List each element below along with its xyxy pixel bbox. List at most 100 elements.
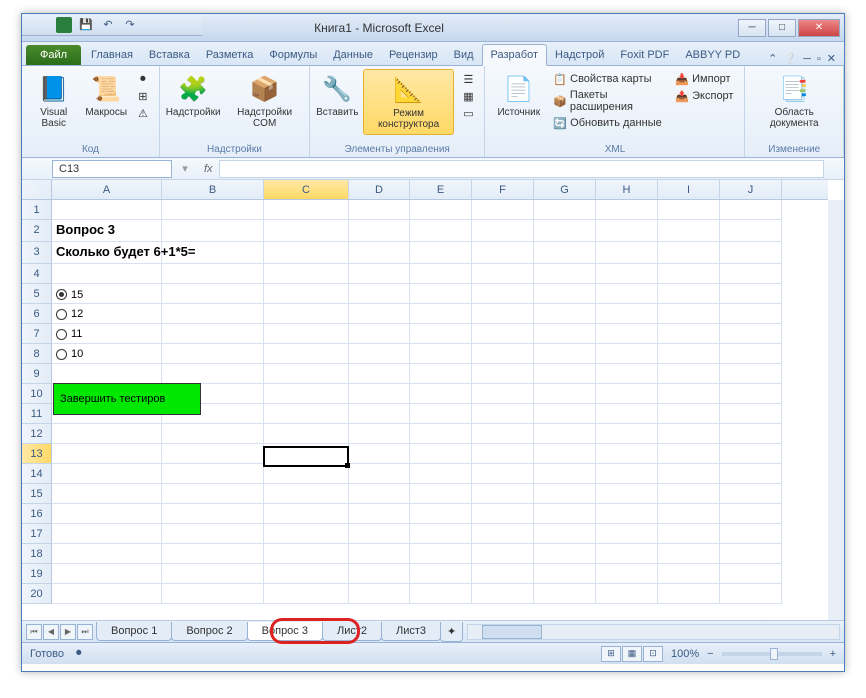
question-title[interactable]: Вопрос 3 (52, 220, 162, 242)
col-header-g[interactable]: G (534, 180, 596, 199)
export-button[interactable]: 📤Экспорт (672, 88, 736, 104)
sheet-tab[interactable]: Вопрос 1 (96, 622, 172, 641)
fill-handle[interactable] (345, 463, 350, 468)
view-code-icon[interactable]: ▦ (458, 88, 478, 104)
col-header-c[interactable]: C (264, 180, 349, 199)
workbook-restore-icon[interactable]: ▫ (817, 53, 821, 65)
tab-insert[interactable]: Вставка (141, 45, 198, 65)
map-properties-button[interactable]: 📋Свойства карты (550, 71, 666, 87)
option-1[interactable]: 15 (52, 284, 162, 304)
record-macro-icon[interactable]: ⏺ (133, 71, 153, 87)
row-header[interactable]: 2 (22, 220, 52, 242)
close-button[interactable]: ✕ (798, 19, 840, 37)
macro-security-icon[interactable]: ⚠ (133, 105, 153, 121)
row-header[interactable]: 13 (22, 444, 52, 464)
workbook-min-icon[interactable]: ─ (803, 53, 811, 65)
col-header-a[interactable]: A (52, 180, 162, 199)
namebox-dropdown-icon[interactable]: ▾ (172, 162, 198, 175)
col-header-i[interactable]: I (658, 180, 720, 199)
tab-home[interactable]: Главная (83, 45, 141, 65)
row-header[interactable]: 11 (22, 404, 52, 424)
scroll-thumb[interactable] (482, 625, 542, 639)
col-header-e[interactable]: E (410, 180, 472, 199)
row-header[interactable]: 7 (22, 324, 52, 344)
row-header[interactable]: 6 (22, 304, 52, 324)
option-2[interactable]: 12 (52, 304, 162, 324)
tab-developer[interactable]: Разработ (482, 44, 547, 66)
tab-foxit[interactable]: Foxit PDF (612, 45, 677, 65)
redo-icon[interactable]: ↷ (122, 17, 138, 33)
minimize-button[interactable]: ─ (738, 19, 766, 37)
import-button[interactable]: 📥Импорт (672, 71, 736, 87)
macro-record-icon[interactable]: ⏺ (76, 647, 82, 660)
col-header-h[interactable]: H (596, 180, 658, 199)
zoom-thumb[interactable] (770, 648, 778, 660)
minimize-ribbon-icon[interactable]: ⌃ (768, 52, 777, 65)
row-header[interactable]: 17 (22, 524, 52, 544)
addins-button[interactable]: 🧩Надстройки (164, 69, 222, 122)
row-header[interactable]: 4 (22, 264, 52, 284)
row-header[interactable]: 19 (22, 564, 52, 584)
option-3[interactable]: 11 (52, 324, 162, 344)
tab-prev-icon[interactable]: ◀ (43, 624, 59, 640)
tab-abbyy[interactable]: ABBYY PD (677, 45, 748, 65)
row-header[interactable]: 10 (22, 384, 52, 404)
page-break-icon[interactable]: ⊡ (643, 646, 663, 662)
tab-review[interactable]: Рецензир (381, 45, 446, 65)
col-header-j[interactable]: J (720, 180, 782, 199)
row-header[interactable]: 12 (22, 424, 52, 444)
zoom-slider[interactable] (722, 652, 822, 656)
normal-view-icon[interactable]: ⊞ (601, 646, 621, 662)
insert-control-button[interactable]: 🔧Вставить (314, 69, 361, 122)
row-header[interactable]: 20 (22, 584, 52, 604)
option-4[interactable]: 10 (52, 344, 162, 364)
com-addins-button[interactable]: 📦Надстройки COM (224, 69, 305, 133)
page-layout-icon[interactable]: ▦ (622, 646, 642, 662)
macros-button[interactable]: 📜Макросы (84, 69, 129, 122)
fx-icon[interactable]: fx (204, 163, 213, 175)
row-header[interactable]: 16 (22, 504, 52, 524)
name-box[interactable]: C13 (52, 160, 172, 178)
col-header-f[interactable]: F (472, 180, 534, 199)
zoom-level[interactable]: 100% (671, 648, 699, 660)
tab-next-icon[interactable]: ▶ (60, 624, 76, 640)
vertical-scrollbar[interactable] (828, 200, 844, 620)
question-text[interactable]: Сколько будет 6+1*5= (52, 242, 162, 264)
sheet-tab[interactable]: Вопрос 2 (171, 622, 247, 641)
row-header[interactable]: 15 (22, 484, 52, 504)
save-icon[interactable]: 💾 (78, 17, 94, 33)
tab-last-icon[interactable]: ⏭ (77, 624, 93, 640)
row-header[interactable]: 18 (22, 544, 52, 564)
run-dialog-icon[interactable]: ▭ (458, 105, 478, 121)
properties-icon[interactable]: ☰ (458, 71, 478, 87)
xml-source-button[interactable]: 📄Источник (491, 69, 546, 122)
finish-test-button[interactable]: Завершить тестиров (53, 383, 201, 415)
tab-view[interactable]: Вид (446, 45, 482, 65)
design-mode-button[interactable]: 📐Режим конструктора (363, 69, 455, 135)
row-header[interactable]: 8 (22, 344, 52, 364)
workbook-close-icon[interactable]: ✕ (827, 52, 836, 65)
row-header[interactable]: 5 (22, 284, 52, 304)
col-header-d[interactable]: D (349, 180, 410, 199)
new-sheet-tab[interactable]: ✦ (440, 622, 463, 642)
relative-refs-icon[interactable]: ⊞ (133, 88, 153, 104)
maximize-button[interactable]: □ (768, 19, 796, 37)
active-cell[interactable] (263, 446, 349, 467)
tab-first-icon[interactable]: ⏮ (26, 624, 42, 640)
file-tab[interactable]: Файл (26, 45, 81, 65)
visual-basic-button[interactable]: 📘Visual Basic (26, 69, 82, 133)
zoom-in-icon[interactable]: + (830, 648, 836, 660)
help-icon[interactable]: ❔ (783, 52, 797, 65)
col-header-b[interactable]: B (162, 180, 264, 199)
refresh-data-button[interactable]: 🔄Обновить данные (550, 115, 666, 131)
row-header[interactable]: 14 (22, 464, 52, 484)
tab-addins[interactable]: Надстрой (547, 45, 612, 65)
sheet-tab[interactable]: Лист3 (381, 622, 441, 641)
row-header[interactable]: 9 (22, 364, 52, 384)
row-header[interactable]: 3 (22, 242, 52, 264)
tab-layout[interactable]: Разметка (198, 45, 262, 65)
tab-data[interactable]: Данные (325, 45, 381, 65)
expansion-packs-button[interactable]: 📦Пакеты расширения (550, 88, 666, 114)
formula-bar[interactable] (219, 160, 824, 178)
row-header[interactable]: 1 (22, 200, 52, 220)
